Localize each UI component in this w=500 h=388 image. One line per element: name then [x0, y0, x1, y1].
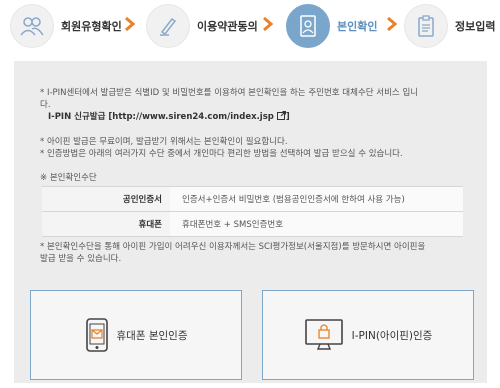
means-table: 공인인증서 인증서+인증서 비밀번호 (범용공인인증서에 한하여 사용 가능) …: [42, 186, 463, 237]
means-value: 휴대폰번호 + SMS인증번호: [170, 211, 463, 237]
bottom-note: * 본인확인수단을 통해 아이핀 가입이 어려우신 이용자께서는 SCI평가정보…: [40, 242, 426, 252]
id-card-icon: [286, 4, 330, 48]
chevron-right-icon: [263, 16, 274, 32]
step-label: 회원유형확인: [61, 20, 122, 33]
ipin-issue-link[interactable]: I-PIN 신규발급 [http://www.siren24.com/index…: [48, 112, 274, 122]
table-row: 휴대폰 휴대폰번호 + SMS인증번호: [42, 211, 463, 237]
step-member-type: 회원유형확인: [10, 4, 122, 48]
external-link-icon[interactable]: [276, 111, 286, 120]
free-issue-note: * 아이핀 발급은 무료이며, 발급받기 위해서는 본인확인이 필요합니다.: [40, 137, 288, 147]
ipin-issue-bracket: ]: [285, 112, 290, 122]
ipin-description: * I-PIN센터에서 발급받은 식별ID 및 비밀번호를 이용하여 본인확인을…: [40, 88, 419, 98]
method-note: * 인증방법은 아래의 여러가지 수단 중에서 개인마다 편리한 방법을 선택하…: [40, 149, 403, 159]
step-terms: 이용약관동의: [146, 4, 258, 48]
chevron-right-icon: [125, 16, 136, 32]
phone-auth-button[interactable]: 휴대폰 본인인증: [30, 290, 242, 380]
step-label: 정보입력: [455, 20, 496, 33]
step-label: 본인확인: [337, 20, 378, 33]
step-identity: 본인확인: [286, 4, 377, 48]
table-row: 공인인증서 인증서+인증서 비밀번호 (범용공인인증서에 한하여 사용 가능): [42, 186, 463, 212]
step-label: 이용약관동의: [197, 20, 258, 33]
pen-icon: [146, 4, 190, 48]
ipin-description-cont: 다.: [40, 100, 51, 110]
ipin-issue-line: I-PIN 신규발급 [http://www.siren24.com/index…: [48, 111, 290, 123]
signup-steps: 회원유형확인 이용약관동의 본인확인 정보입력: [0, 0, 500, 52]
chevron-right-icon: [387, 16, 398, 32]
bottom-note-cont: 발급 받을 수 있습니다.: [40, 254, 122, 264]
means-value: 인증서+인증서 비밀번호 (범용공인인증서에 한하여 사용 가능): [170, 186, 463, 212]
mobile-mail-icon: [85, 318, 108, 352]
phone-auth-label: 휴대폰 본인인증: [116, 329, 188, 342]
ipin-auth-label: I-PIN(아이핀)인증: [351, 329, 433, 342]
step-info-input: 정보입력: [404, 4, 495, 48]
people-icon: [10, 4, 54, 48]
means-label: 휴대폰: [42, 211, 170, 237]
monitor-lock-icon: [304, 319, 343, 350]
means-heading: ※ 본인확인수단: [40, 173, 97, 183]
means-label: 공인인증서: [42, 186, 170, 212]
ipin-auth-button[interactable]: I-PIN(아이핀)인증: [262, 290, 474, 380]
clipboard-icon: [404, 4, 448, 48]
